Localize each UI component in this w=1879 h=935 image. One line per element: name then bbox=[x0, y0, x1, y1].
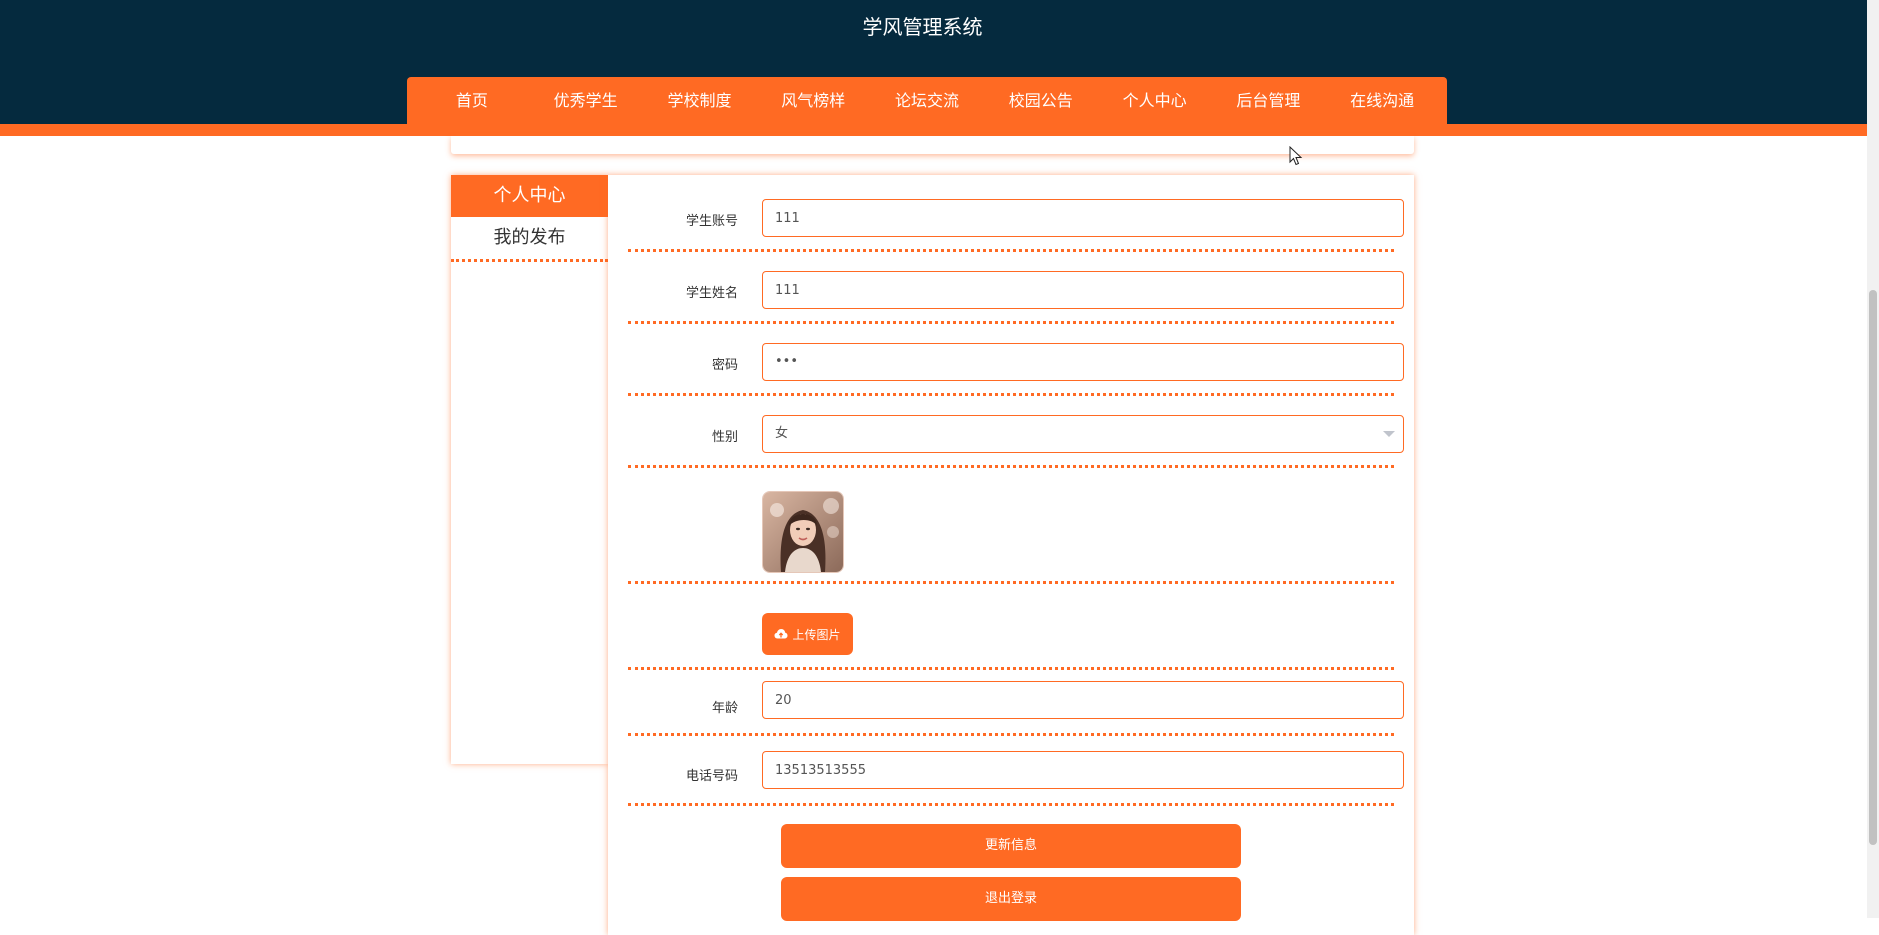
form-row-password: 密码 ••• bbox=[628, 333, 1404, 396]
mouse-cursor-icon bbox=[1289, 146, 1303, 166]
header-accent-stripe bbox=[0, 124, 1879, 136]
nav-item-admin[interactable]: 后台管理 bbox=[1211, 77, 1325, 125]
sidebar-item-my-posts[interactable]: 我的发布 bbox=[451, 217, 608, 262]
account-input[interactable] bbox=[762, 199, 1404, 237]
page-scrollbar[interactable] bbox=[1867, 0, 1879, 918]
upload-image-button[interactable]: 上传图片 bbox=[762, 613, 853, 655]
form-row-phone: 电话号码 bbox=[628, 745, 1404, 806]
sidebar-header[interactable]: 个人中心 bbox=[451, 175, 608, 217]
gender-select-value: 女 bbox=[775, 426, 789, 441]
nav-item-announcements[interactable]: 校园公告 bbox=[984, 77, 1098, 125]
profile-form-panel: 学生账号 学生姓名 密码 ••• 性别 女 bbox=[608, 175, 1414, 935]
nav-item-school-rules[interactable]: 学校制度 bbox=[643, 77, 757, 125]
scrollbar-thumb[interactable] bbox=[1869, 290, 1877, 845]
nav-item-role-models[interactable]: 风气榜样 bbox=[756, 77, 870, 125]
form-row-gender: 性别 女 bbox=[628, 405, 1404, 468]
account-label: 学生账号 bbox=[685, 214, 738, 229]
name-input[interactable] bbox=[762, 271, 1404, 309]
nav-item-home[interactable]: 首页 bbox=[415, 77, 529, 125]
nav-item-excellent-students[interactable]: 优秀学生 bbox=[529, 77, 643, 125]
logout-button[interactable]: 退出登录 bbox=[781, 877, 1241, 921]
phone-input[interactable] bbox=[762, 751, 1404, 789]
main-nav: 首页 优秀学生 学校制度 风气榜样 论坛交流 校园公告 个人中心 后台管理 在线… bbox=[407, 77, 1447, 125]
age-label: 年龄 bbox=[711, 701, 738, 716]
password-input[interactable]: ••• bbox=[762, 343, 1404, 381]
age-input[interactable] bbox=[762, 681, 1404, 719]
name-label: 学生姓名 bbox=[685, 286, 738, 301]
avatar bbox=[762, 491, 844, 573]
phone-label: 电话号码 bbox=[685, 769, 738, 784]
avatar-photo bbox=[763, 492, 843, 572]
site-title: 学风管理系统 bbox=[862, 15, 983, 39]
nav-item-online-chat[interactable]: 在线沟通 bbox=[1325, 77, 1439, 125]
upload-image-label: 上传图片 bbox=[792, 627, 841, 642]
chevron-down-icon bbox=[1383, 431, 1395, 437]
form-row-name: 学生姓名 bbox=[628, 261, 1404, 324]
form-row-avatar bbox=[628, 477, 1394, 584]
top-card-edge bbox=[451, 136, 1414, 154]
cloud-upload-icon bbox=[774, 629, 788, 639]
update-info-button[interactable]: 更新信息 bbox=[781, 824, 1241, 868]
nav-item-forum[interactable]: 论坛交流 bbox=[870, 77, 984, 125]
sidebar: 个人中心 我的发布 bbox=[451, 175, 608, 764]
password-label: 密码 bbox=[711, 358, 738, 373]
form-row-upload: 上传图片 bbox=[628, 593, 1394, 670]
nav-item-personal-center[interactable]: 个人中心 bbox=[1098, 77, 1212, 125]
form-row-account: 学生账号 bbox=[628, 189, 1404, 252]
form-row-age: 年龄 bbox=[628, 679, 1404, 736]
gender-label: 性别 bbox=[711, 430, 738, 445]
header: 学风管理系统 首页 优秀学生 学校制度 风气榜样 论坛交流 校园公告 个人中心 … bbox=[0, 0, 1879, 125]
gender-select[interactable]: 女 bbox=[762, 415, 1404, 453]
